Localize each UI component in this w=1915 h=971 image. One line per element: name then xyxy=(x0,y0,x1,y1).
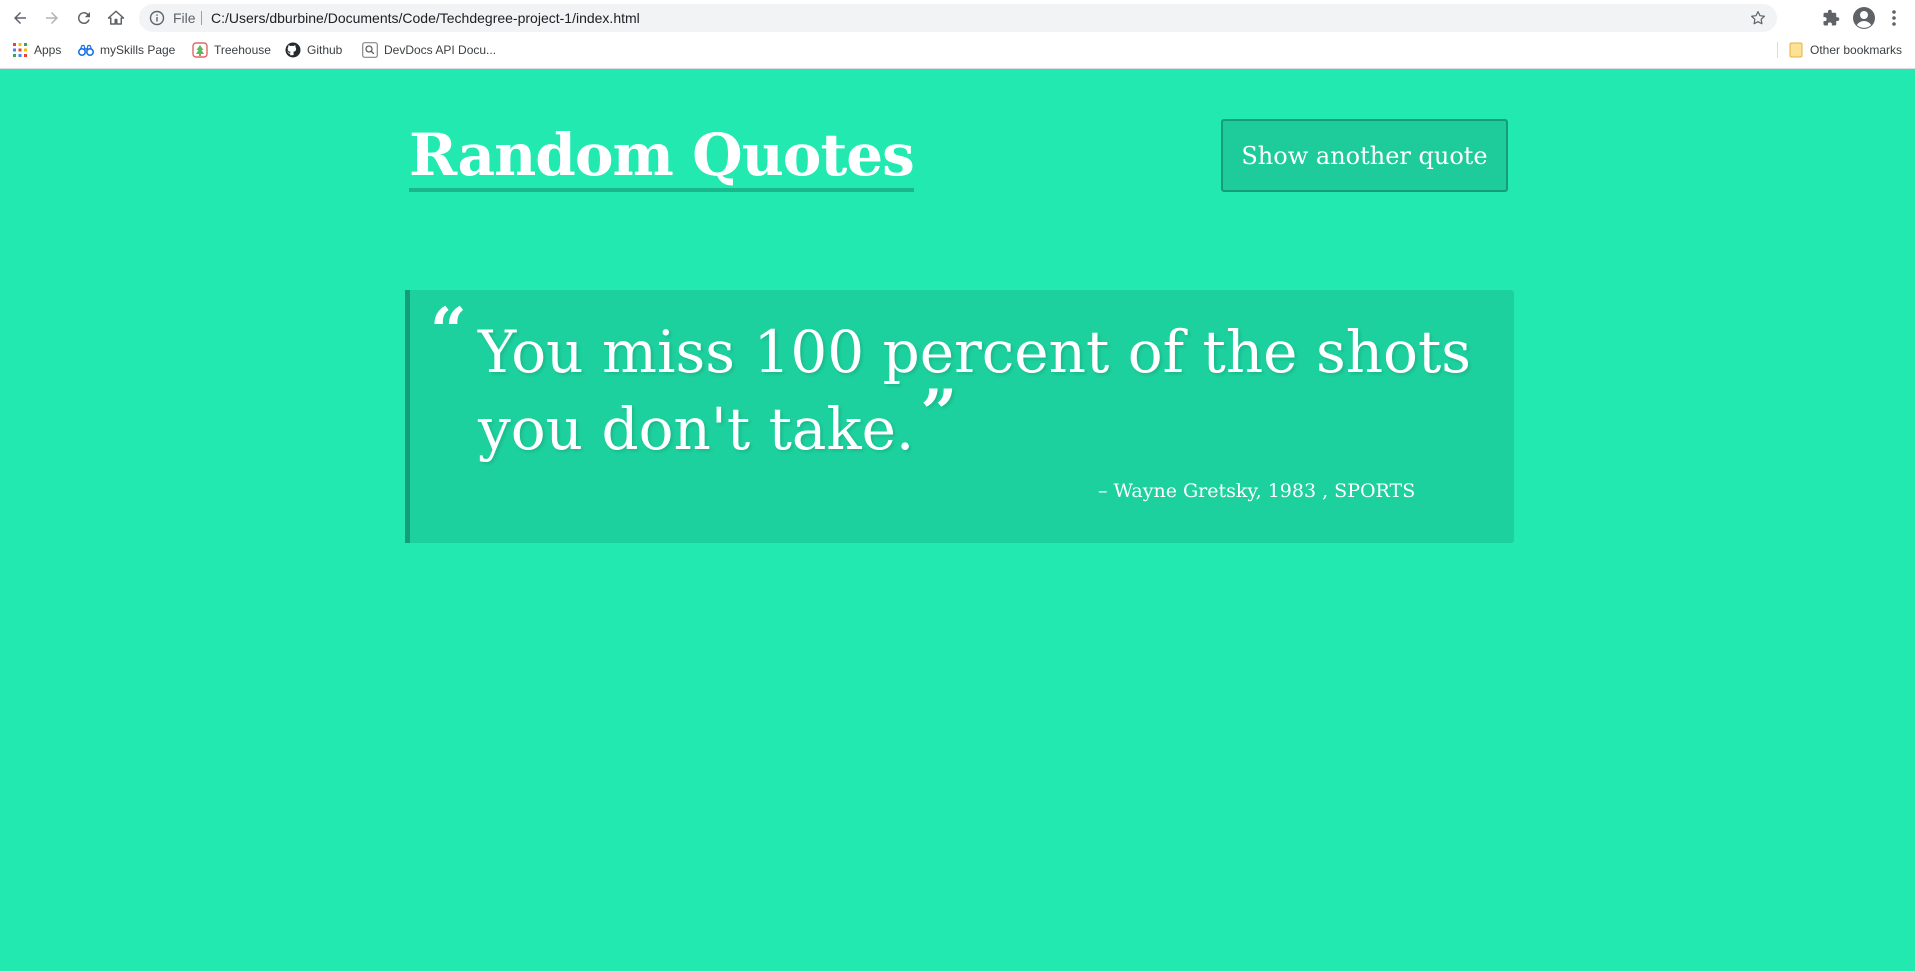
info-icon[interactable] xyxy=(149,10,165,26)
browser-chrome: File C:/Users/dburbine/Documents/Code/Te… xyxy=(0,0,1915,69)
back-arrow-icon xyxy=(14,12,26,24)
bookmark-devdocs[interactable]: DevDocs API Docu... xyxy=(362,38,496,62)
bookmark-label: Treehouse xyxy=(214,43,271,57)
profile-button[interactable] xyxy=(1851,5,1877,31)
other-bookmarks-label: Other bookmarks xyxy=(1810,43,1903,57)
bookmark-label: Apps xyxy=(34,43,62,57)
bookmark-star-icon[interactable] xyxy=(1749,9,1767,27)
home-icon xyxy=(107,10,125,25)
bookmark-label: Github xyxy=(307,43,343,57)
forward-button[interactable] xyxy=(38,4,66,32)
treehouse-icon xyxy=(192,42,208,58)
address-bar[interactable]: File C:/Users/dburbine/Documents/Code/Te… xyxy=(139,4,1777,32)
puzzle-icon xyxy=(1823,9,1840,26)
bookmark-label: mySkills Page xyxy=(100,43,176,57)
source-dash: – xyxy=(1098,480,1114,502)
quote-source: – Wayne Gretsky, 1983 , SPORTS xyxy=(1098,480,1415,502)
extensions-button[interactable] xyxy=(1818,5,1844,31)
reload-icon xyxy=(77,12,90,25)
page-title: Random Quotes xyxy=(409,126,915,192)
apps-grid-icon xyxy=(12,42,28,58)
vertical-dots-icon xyxy=(1892,10,1896,26)
bookmarks-bar: Apps mySkills Page Treehouse Github DevD… xyxy=(0,38,1915,62)
bookmark-treehouse[interactable]: Treehouse xyxy=(192,38,271,62)
show-another-quote-button[interactable]: Show another quote xyxy=(1221,119,1508,192)
forward-arrow-icon xyxy=(46,12,58,24)
account-circle-icon xyxy=(1853,7,1875,29)
bookmark-myskills[interactable]: mySkills Page xyxy=(78,38,175,62)
bookmark-label: DevDocs API Docu... xyxy=(384,43,497,57)
bookmarks-separator xyxy=(1777,42,1778,58)
github-icon xyxy=(285,42,301,58)
address-separator xyxy=(201,11,202,25)
bookmark-github[interactable]: Github xyxy=(285,38,342,62)
browser-toolbar: File C:/Users/dburbine/Documents/Code/Te… xyxy=(0,0,1915,36)
open-quote-mark: “ xyxy=(430,294,467,369)
quote-box: “ You miss 100 percent of the shots you … xyxy=(405,290,1514,543)
back-button[interactable] xyxy=(6,4,34,32)
bookmark-apps[interactable]: Apps xyxy=(12,38,61,62)
reload-button[interactable] xyxy=(70,4,98,32)
source-text: Wayne Gretsky, 1983 , SPORTS xyxy=(1113,480,1416,502)
binoculars-icon xyxy=(78,42,94,58)
url-scheme-label: File xyxy=(173,10,196,26)
devdocs-search-icon xyxy=(362,42,378,58)
home-button[interactable] xyxy=(102,4,130,32)
url-text[interactable]: C:/Users/dburbine/Documents/Code/Techdeg… xyxy=(211,4,640,32)
page-content: Random Quotes Show another quote “ You m… xyxy=(0,69,1915,971)
quote-text-block: You miss 100 percent of the shots you do… xyxy=(478,314,1498,468)
folder-icon xyxy=(1788,42,1804,58)
browser-menu-button[interactable] xyxy=(1884,5,1904,31)
close-quote-mark: ” xyxy=(920,376,958,451)
other-bookmarks[interactable]: Other bookmarks xyxy=(1788,38,1902,62)
quote-text: You miss 100 percent of the shots you do… xyxy=(478,318,1472,463)
